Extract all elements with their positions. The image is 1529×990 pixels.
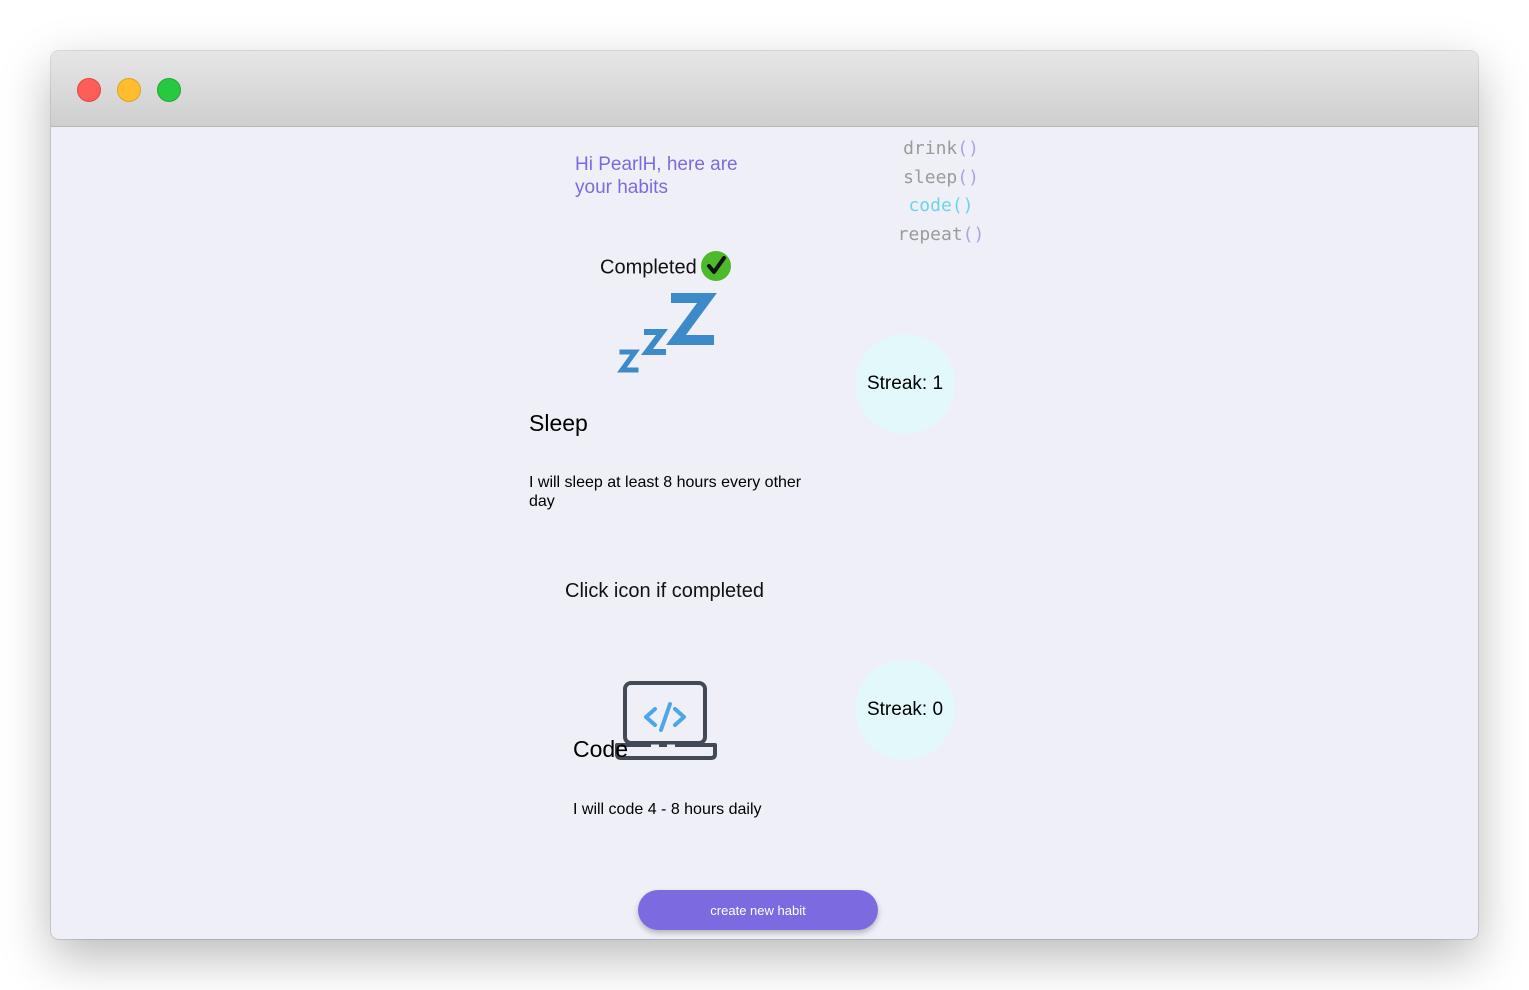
minimize-window-button[interactable]: [117, 78, 141, 102]
streak-label: Streak: 0: [866, 699, 944, 720]
maximize-window-button[interactable]: [157, 78, 181, 102]
main-content: Hi PearlH, here are your habits drink() …: [51, 127, 1478, 939]
habit-status-code: Click icon if completed: [565, 580, 764, 603]
habit-title-code: Code: [573, 736, 628, 762]
greeting-text: Hi PearlH, here are your habits: [575, 154, 738, 198]
code-word-code: code(): [908, 195, 974, 216]
create-new-habit-button[interactable]: create new habit: [638, 890, 878, 930]
habit-description-sleep: I will sleep at least 8 hours every othe…: [529, 474, 802, 510]
streak-label: Streak: 1: [866, 373, 944, 394]
app-window: Hi PearlH, here are your habits drink() …: [51, 51, 1478, 939]
code-word-drink: drink(): [903, 138, 979, 159]
title-bar: [51, 51, 1478, 127]
habit-description-code: I will code 4 - 8 hours daily: [573, 801, 762, 818]
code-word-sleep: sleep(): [903, 166, 979, 188]
habit-title-sleep: Sleep: [529, 410, 588, 436]
laptop-code-icon[interactable]: [615, 680, 717, 765]
code-word-list: drink() sleep() code() repeat(): [871, 135, 1011, 249]
status-label: Click icon if completed: [565, 580, 764, 602]
habit-status-sleep: Completed: [600, 251, 731, 283]
streak-badge-code: Streak: 0: [855, 660, 955, 760]
code-word-repeat: repeat(): [897, 223, 985, 245]
streak-badge-sleep: Streak: 1: [855, 334, 955, 434]
zzz-sleep-icon[interactable]: [617, 290, 717, 383]
status-label: Completed: [600, 256, 697, 279]
checkmark-icon: [700, 251, 731, 281]
close-window-button[interactable]: [77, 78, 101, 102]
